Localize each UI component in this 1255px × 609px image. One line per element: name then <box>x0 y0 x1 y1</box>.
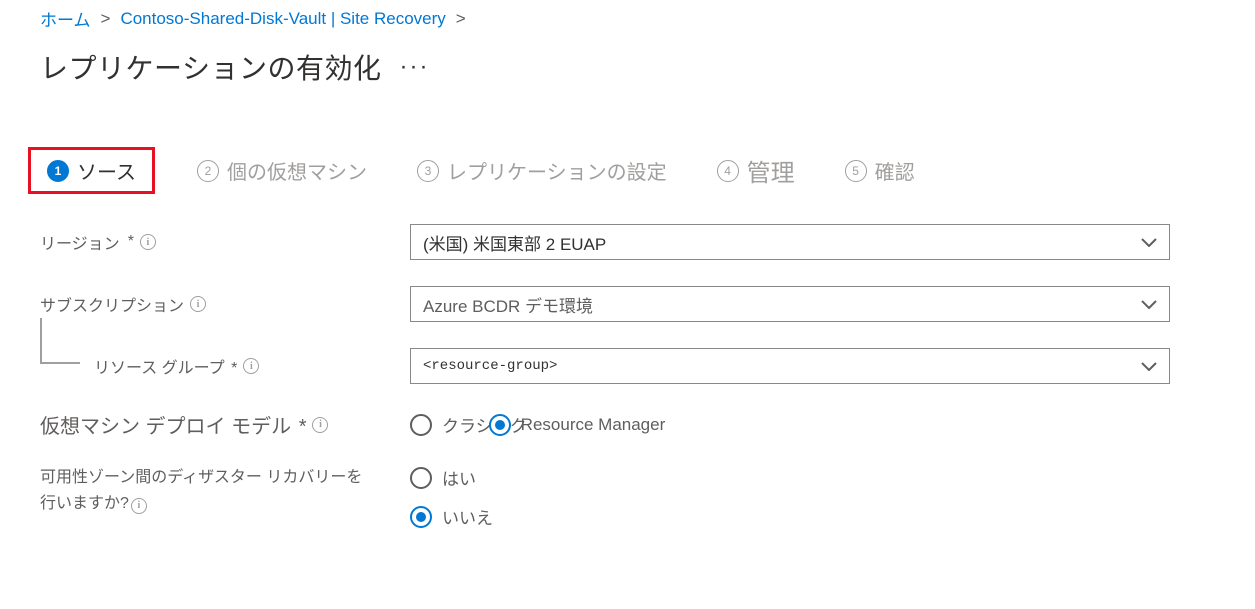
subscription-select-value: Azure BCDR デモ環境 <box>423 292 593 317</box>
row-deploy-model: 仮想マシン デプロイ モデル * i クラシック Resource Manage… <box>40 410 1215 439</box>
control-subscription: Azure BCDR デモ環境 <box>410 286 1170 322</box>
breadcrumb-home[interactable]: ホーム <box>40 6 91 31</box>
row-resource-group: リソース グループ * i <resource-group> <box>40 348 1215 384</box>
row-availability-zone: 可用性ゾーン間のディザスター リカバリーを 行いますか?i はい いいえ <box>40 465 1215 543</box>
more-actions-button[interactable]: ··· <box>399 55 429 79</box>
page-root: ホーム > Contoso-Shared-Disk-Vault | Site R… <box>0 0 1255 609</box>
label-deploy-model: 仮想マシン デプロイ モデル * i <box>40 410 410 439</box>
step-replication-badge: 3 <box>417 160 439 182</box>
step-review[interactable]: 5 確認 <box>837 152 923 189</box>
step-review-badge: 5 <box>845 160 867 182</box>
row-region: リージョン * i (米国) 米国東部 2 EUAP <box>40 224 1215 260</box>
label-resource-group-text: リソース グループ * <box>94 354 237 378</box>
label-subscription-text: サブスクリプション <box>40 292 184 316</box>
radio-icon <box>410 506 432 528</box>
info-icon[interactable]: i <box>312 417 328 433</box>
chevron-down-icon <box>1141 237 1157 247</box>
page-title: レプリケーションの有効化 <box>40 47 381 87</box>
step-replication-settings[interactable]: 3 レプリケーションの設定 <box>409 152 675 189</box>
az-option-yes-label: はい <box>442 465 476 490</box>
step-source[interactable]: 1 ソース <box>28 147 155 194</box>
control-region: (米国) 米国東部 2 EUAP <box>410 224 1170 260</box>
chevron-down-icon <box>1141 299 1157 309</box>
step-vms[interactable]: 2 個の仮想マシン <box>189 152 375 189</box>
control-resource-group: <resource-group> <box>410 348 1170 384</box>
label-deploy-model-text: 仮想マシン デプロイ モデル * <box>40 410 306 439</box>
step-manage-badge: 4 <box>717 160 739 182</box>
info-icon[interactable]: i <box>140 234 156 250</box>
radio-icon <box>410 414 432 436</box>
step-vms-label: 個の仮想マシン <box>227 156 367 185</box>
chevron-down-icon <box>1141 361 1157 371</box>
radio-icon <box>410 467 432 489</box>
step-source-badge: 1 <box>47 160 69 182</box>
label-region-text: リージョン <box>40 230 120 254</box>
az-option-no-label: いいえ <box>442 504 493 529</box>
step-review-label: 確認 <box>875 156 915 185</box>
step-replication-label: レプリケーションの設定 <box>447 156 667 185</box>
control-availability-zone: はい いいえ <box>410 465 1170 543</box>
control-deploy-model: クラシック Resource Manager <box>410 412 1170 437</box>
label-availability-zone-text: 可用性ゾーン間のディザスター リカバリーを 行いますか?i <box>40 465 362 516</box>
radio-icon <box>489 414 511 436</box>
deploy-option-rm-label: Resource Manager <box>521 415 666 435</box>
step-source-label: ソース <box>77 156 136 185</box>
page-title-row: レプリケーションの有効化 ··· <box>40 47 1215 87</box>
info-icon[interactable]: i <box>243 358 259 374</box>
row-subscription: サブスクリプション i Azure BCDR デモ環境 <box>40 286 1215 322</box>
indent-connector <box>40 318 80 364</box>
breadcrumb: ホーム > Contoso-Shared-Disk-Vault | Site R… <box>40 0 1215 31</box>
resource-group-select-value: <resource-group> <box>423 358 557 374</box>
step-vms-badge: 2 <box>197 160 219 182</box>
label-region-req: * <box>128 233 134 251</box>
breadcrumb-sep-1: > <box>101 9 111 29</box>
az-option-no[interactable]: いいえ <box>410 504 1170 529</box>
region-select[interactable]: (米国) 米国東部 2 EUAP <box>410 224 1170 260</box>
resource-group-select[interactable]: <resource-group> <box>410 348 1170 384</box>
region-select-value: (米国) 米国東部 2 EUAP <box>423 230 606 255</box>
label-subscription: サブスクリプション i <box>40 292 410 316</box>
subscription-select[interactable]: Azure BCDR デモ環境 <box>410 286 1170 322</box>
az-option-yes[interactable]: はい <box>410 465 1170 490</box>
form-area: リージョン * i (米国) 米国東部 2 EUAP サブスクリプション i Az… <box>40 224 1215 543</box>
step-manage[interactable]: 4 管理 <box>709 149 803 192</box>
label-region: リージョン * i <box>40 230 410 254</box>
label-availability-zone: 可用性ゾーン間のディザスター リカバリーを 行いますか?i <box>40 465 410 516</box>
deploy-option-rm[interactable]: Resource Manager <box>489 414 666 436</box>
step-manage-label: 管理 <box>747 153 795 188</box>
wizard-steps: 1 ソース 2 個の仮想マシン 3 レプリケーションの設定 4 管理 5 確認 <box>28 147 1215 194</box>
breadcrumb-vault[interactable]: Contoso-Shared-Disk-Vault | Site Recover… <box>120 9 445 29</box>
info-icon[interactable]: i <box>190 296 206 312</box>
label-resource-group: リソース グループ * i <box>40 354 410 378</box>
info-icon[interactable]: i <box>131 498 147 514</box>
breadcrumb-sep-2: > <box>456 9 466 29</box>
